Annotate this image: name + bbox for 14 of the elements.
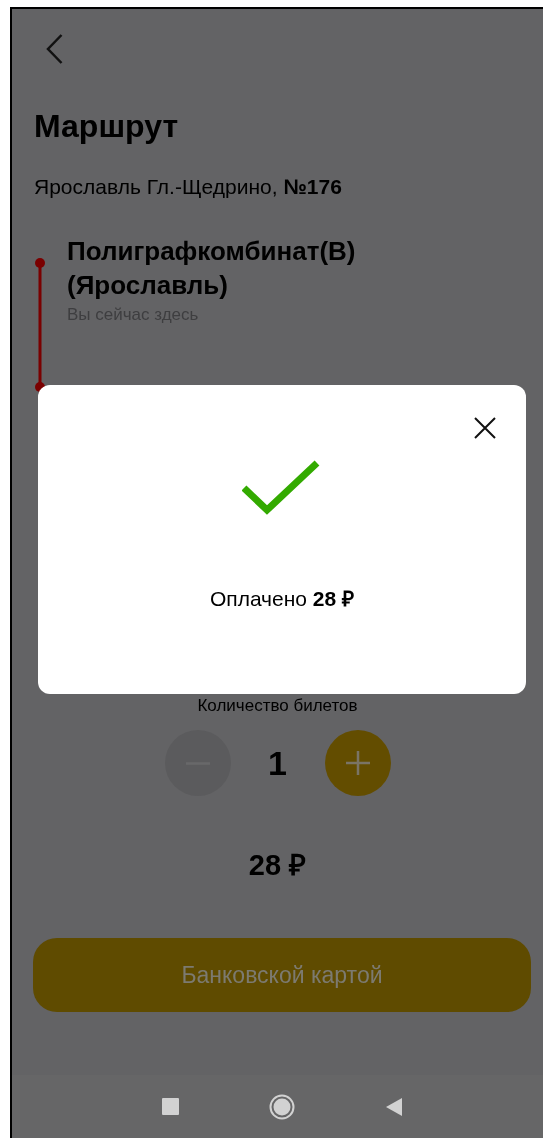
checkmark-icon	[242, 460, 320, 516]
plus-icon	[345, 751, 370, 776]
ticket-count-label: Количество билетов	[196, 694, 359, 717]
close-button[interactable]	[472, 415, 498, 441]
pay-by-card-button[interactable]: Банковской картой	[33, 937, 531, 1012]
route-name: Ярославль Гл.-Щедрино, №176	[34, 174, 343, 201]
ticket-count: 1	[267, 742, 288, 784]
page-title: Маршрут	[34, 107, 180, 146]
total-price: 28 ₽	[247, 848, 308, 884]
back-icon[interactable]	[385, 1096, 403, 1117]
payment-message: Оплачено 28 ₽	[208, 586, 356, 612]
back-icon	[45, 34, 63, 64]
stop-name: Полиграфкомбинат(В) (Ярославль)	[67, 234, 357, 302]
home-icon[interactable]	[269, 1093, 295, 1120]
